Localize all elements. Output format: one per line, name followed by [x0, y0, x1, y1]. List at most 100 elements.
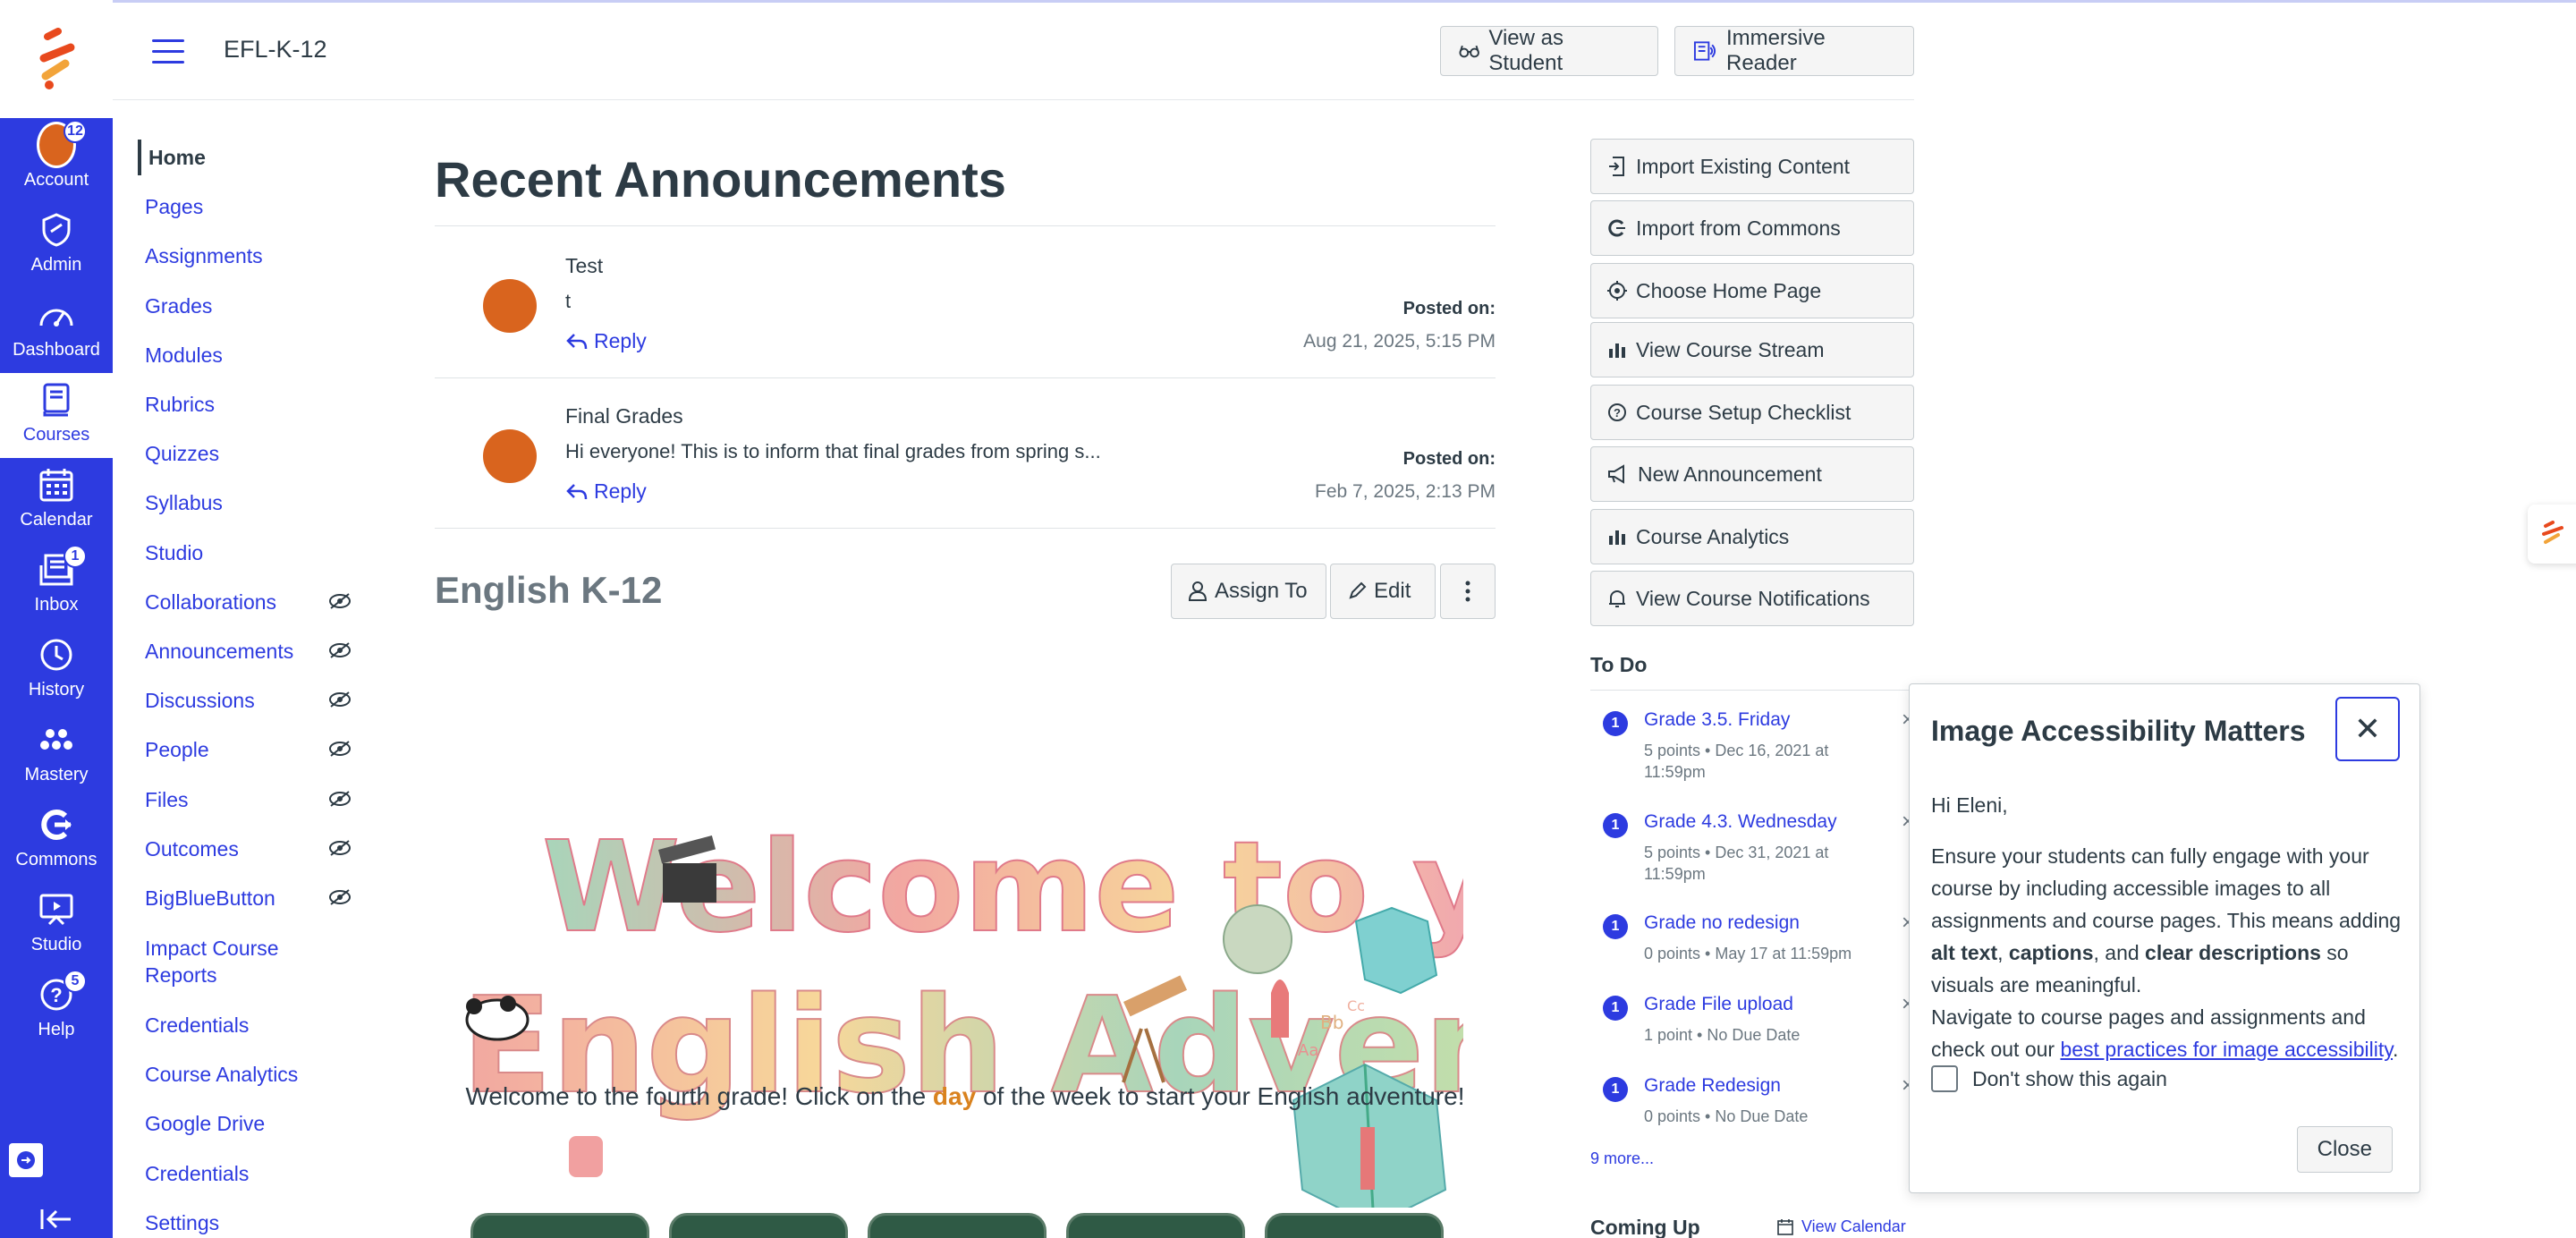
course-analytics-button[interactable]: Course Analytics — [1590, 509, 1914, 564]
nav-courses[interactable]: Courses — [0, 373, 113, 458]
course-nav-syllabus[interactable]: Syllabus — [145, 485, 360, 521]
view-calendar-label: View Calendar — [1801, 1217, 1906, 1235]
course-nav-home[interactable]: Home — [138, 140, 352, 175]
import-existing-content-button[interactable]: Import Existing Content — [1590, 139, 1914, 194]
nav-admin[interactable]: Admin — [0, 203, 113, 288]
todo-title[interactable]: Grade 4.3. Wednesday — [1644, 811, 1837, 833]
hamburger-menu-button[interactable] — [152, 39, 184, 64]
course-setup-checklist-button[interactable]: ? Course Setup Checklist — [1590, 385, 1914, 440]
course-nav-modules[interactable]: Modules — [145, 337, 360, 373]
course-nav-google-drive[interactable]: Google Drive — [145, 1106, 360, 1141]
commons-icon — [1608, 219, 1625, 237]
todo-count-badge: 1 — [1603, 1077, 1628, 1102]
course-nav-grades[interactable]: Grades — [145, 288, 360, 324]
nav-help[interactable]: ? 5 Help — [0, 968, 113, 1053]
course-nav-pages[interactable]: Pages — [145, 189, 360, 225]
nav-mastery[interactable]: Mastery — [0, 713, 113, 798]
immersive-reader-button[interactable]: Immersive Reader — [1674, 26, 1914, 76]
avatar[interactable] — [483, 429, 537, 483]
dont-show-again-label: Don't show this again — [1972, 1066, 2167, 1090]
course-nav-files[interactable]: Files — [145, 782, 360, 818]
course-nav-bigbluebutton[interactable]: BigBlueButton — [145, 880, 360, 916]
course-nav-announcements[interactable]: Announcements — [145, 633, 360, 669]
announcement-title[interactable]: Test — [565, 254, 603, 278]
reply-label: Reply — [594, 479, 647, 503]
view-as-student-button[interactable]: View as Student — [1440, 26, 1658, 76]
more-options-button[interactable] — [1440, 564, 1496, 619]
import-icon — [1609, 157, 1624, 176]
svg-text:?: ? — [50, 984, 62, 1006]
course-nav-discussions[interactable]: Discussions — [145, 683, 360, 718]
announcement-item[interactable]: Test t Reply Posted on: Aug 21, 2025, 5:… — [435, 227, 1496, 377]
floating-help-tab[interactable] — [2528, 505, 2576, 564]
sidebar-button-label: Import from Commons — [1636, 216, 1841, 240]
day-tile[interactable] — [1265, 1213, 1444, 1238]
view-course-stream-button[interactable]: View Course Stream — [1590, 322, 1914, 377]
course-nav-credentials[interactable]: Credentials — [145, 1007, 360, 1043]
more-todos-link[interactable]: 9 more... — [1590, 1149, 1654, 1168]
edit-button[interactable]: Edit — [1330, 564, 1436, 619]
nav-calendar[interactable]: Calendar — [0, 458, 113, 543]
course-nav-people[interactable]: People — [145, 732, 360, 767]
course-nav-quizzes[interactable]: Quizzes — [145, 436, 360, 471]
divider — [1590, 690, 1914, 691]
import-from-commons-button[interactable]: Import from Commons — [1590, 200, 1914, 256]
view-course-notifications-button[interactable]: View Course Notifications — [1590, 571, 1914, 626]
course-nav-settings[interactable]: Settings — [145, 1205, 360, 1238]
dialog-bold-text: clear descriptions — [2145, 941, 2321, 964]
announcement-item[interactable]: Final Grades Hi everyone! This is to inf… — [435, 377, 1496, 528]
close-icon: ✕ — [2353, 710, 2382, 747]
dont-show-again-row[interactable]: Don't show this again — [1931, 1065, 2167, 1092]
nav-label-commons: Commons — [15, 850, 97, 869]
announcement-title[interactable]: Final Grades — [565, 404, 683, 428]
nav-inbox[interactable]: 1 Inbox — [0, 543, 113, 628]
dialog-body: Ensure your students can fully engage wi… — [1931, 840, 2407, 1065]
todo-title[interactable]: Grade no redesign — [1644, 912, 1800, 934]
course-nav-collaborations[interactable]: Collaborations — [145, 584, 360, 620]
todo-meta: 5 points • Dec 31, 2021 at 11:59pm — [1644, 844, 1829, 883]
best-practices-link[interactable]: best practices for image accessibility — [2060, 1038, 2393, 1061]
todo-count-badge: 1 — [1603, 996, 1628, 1021]
course-nav-outcomes[interactable]: Outcomes — [145, 831, 360, 867]
accessibility-checker-button[interactable] — [9, 1143, 43, 1177]
choose-home-page-button[interactable]: Choose Home Page — [1590, 263, 1914, 318]
clock-icon — [37, 635, 76, 674]
course-nav-rubrics[interactable]: Rubrics — [145, 386, 360, 422]
sidebar-button-label: New Announcement — [1638, 462, 1822, 486]
todo-title[interactable]: Grade 3.5. Friday — [1644, 709, 1790, 731]
nav-account[interactable]: 12 Account — [0, 118, 113, 203]
assign-to-button[interactable]: Assign To — [1171, 564, 1326, 619]
day-tile[interactable] — [669, 1213, 848, 1238]
immersive-reader-label: Immersive Reader — [1726, 26, 1826, 75]
breadcrumb-course-title[interactable]: EFL-K-12 — [224, 36, 327, 64]
course-nav-assignments[interactable]: Assignments — [145, 238, 360, 274]
course-nav-studio[interactable]: Studio — [145, 535, 360, 571]
nav-label-calendar: Calendar — [20, 510, 93, 530]
close-dialog-button[interactable]: ✕ — [2335, 697, 2400, 761]
avatar[interactable] — [483, 279, 537, 333]
nav-dashboard[interactable]: Dashboard — [0, 288, 113, 373]
course-nav-credentials-2[interactable]: Credentials — [145, 1156, 360, 1191]
course-nav-impact-course-reports[interactable]: Impact Course Reports — [145, 930, 360, 993]
hidden-eye-icon — [329, 889, 351, 905]
day-tile[interactable] — [1066, 1213, 1245, 1238]
dont-show-again-checkbox[interactable] — [1931, 1065, 1958, 1092]
collapse-nav-button[interactable] — [36, 1204, 77, 1234]
account-avatar: 12 — [37, 120, 87, 168]
day-tile[interactable] — [470, 1213, 649, 1238]
todo-title[interactable]: Grade File upload — [1644, 994, 1793, 1015]
canvas-logo[interactable] — [0, 0, 113, 118]
course-nav-course-analytics[interactable]: Course Analytics — [145, 1056, 360, 1092]
reply-icon — [566, 333, 588, 349]
nav-history[interactable]: History — [0, 628, 113, 713]
reply-link[interactable]: Reply — [565, 329, 647, 353]
nav-studio[interactable]: Studio — [0, 883, 113, 968]
recent-announcements-heading: Recent Announcements — [435, 151, 1006, 208]
nav-commons[interactable]: Commons — [0, 798, 113, 883]
new-announcement-button[interactable]: New Announcement — [1590, 446, 1914, 502]
close-button[interactable]: Close — [2296, 1126, 2393, 1173]
day-tile[interactable] — [868, 1213, 1046, 1238]
view-calendar-link[interactable]: View Calendar — [1776, 1217, 1906, 1236]
todo-title[interactable]: Grade Redesign — [1644, 1075, 1781, 1097]
reply-link[interactable]: Reply — [565, 479, 647, 504]
